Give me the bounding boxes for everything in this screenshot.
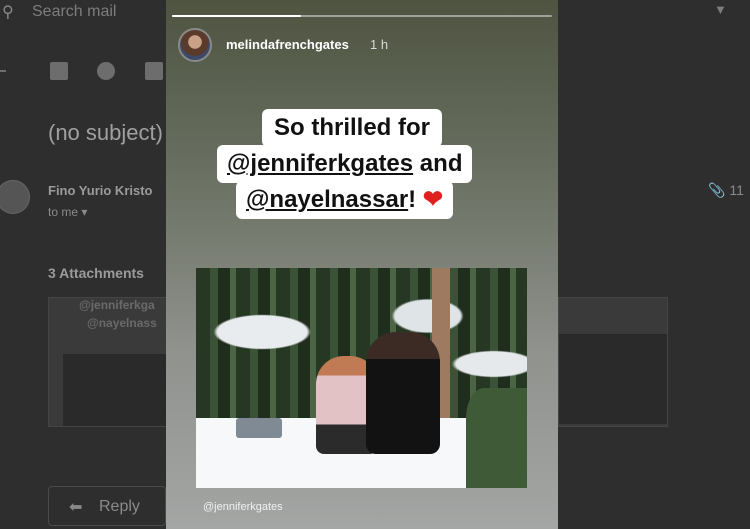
avatar <box>0 180 30 214</box>
reply-label: Reply <box>99 498 140 515</box>
caption-line-3: @nayelnassar! ❤ <box>236 181 453 219</box>
attachment-indicator: 📎 11 <box>708 182 744 199</box>
sender-name: Fino Yurio Kristo <box>48 183 153 198</box>
mention-link[interactable]: @jenniferkgates <box>227 150 413 177</box>
caption-text: and <box>413 150 463 177</box>
evergreen-bush <box>466 388 527 488</box>
attachment-count: 11 <box>729 182 744 198</box>
camping-gear <box>236 418 282 438</box>
thumbnail-image <box>559 334 667 424</box>
back-icon[interactable] <box>0 70 6 72</box>
attachment-thumbnail[interactable] <box>558 297 668 427</box>
story-progress-bar <box>172 15 552 17</box>
caption-line-2: @jenniferkgates and <box>217 145 473 183</box>
thumbnail-text-1: @jenniferkga <box>79 298 155 312</box>
archive-icon[interactable] <box>50 62 68 80</box>
attachment-thumbnail[interactable]: @jenniferkga @nayelnass <box>48 297 171 427</box>
photo-credit[interactable]: @jenniferkgates <box>203 501 283 513</box>
story-viewer[interactable]: melindafrenchgates 1 h So thrilled for @… <box>166 0 558 529</box>
mention-link[interactable]: @nayelnassar <box>246 186 408 213</box>
chevron-down-icon[interactable]: ▼ <box>714 2 727 17</box>
reply-icon: ⬅ <box>69 499 83 516</box>
thumbnail-text-2: @nayelnass <box>87 316 157 330</box>
trash-icon[interactable] <box>145 62 163 80</box>
story-timestamp: 1 h <box>370 37 389 52</box>
story-progress-fill <box>172 15 302 17</box>
person-man <box>366 332 440 454</box>
recipient-label: to me <box>48 205 79 219</box>
recipient-dropdown[interactable]: to me ▾ <box>48 205 87 219</box>
reply-button[interactable]: ⬅ Reply <box>48 486 166 526</box>
story-username[interactable]: melindafrenchgates <box>226 37 349 52</box>
story-photo <box>196 268 527 488</box>
search-input[interactable]: Search mail <box>32 3 116 21</box>
search-icon[interactable]: ⚲ <box>2 2 14 22</box>
report-spam-icon[interactable] <box>97 62 115 80</box>
email-toolbar <box>0 62 170 86</box>
caption-text: ! <box>408 186 417 213</box>
email-subject: (no subject) <box>48 120 163 145</box>
caption-line-1: So thrilled for <box>262 109 442 147</box>
attachments-heading: 3 Attachments <box>48 265 144 281</box>
avatar[interactable] <box>178 28 212 62</box>
heart-icon: ❤ <box>422 186 443 213</box>
thumbnail-image <box>63 354 171 426</box>
paperclip-icon: 📎 <box>708 182 726 198</box>
